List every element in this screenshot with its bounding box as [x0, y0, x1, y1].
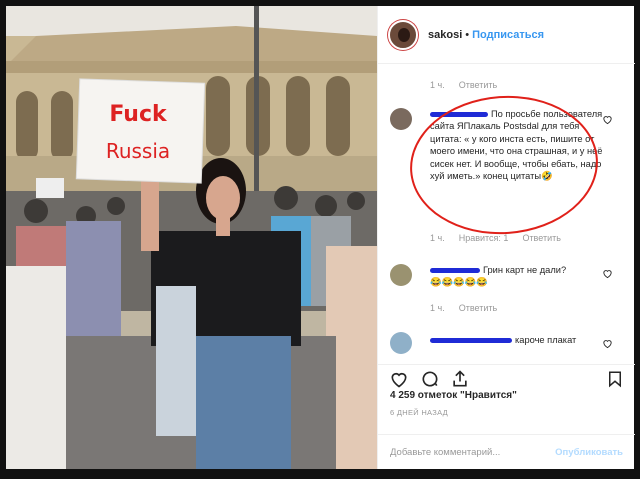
- protest-scene: Fuck Russia: [6, 6, 377, 469]
- comment-input[interactable]: Добавьте комментарий...: [390, 447, 500, 458]
- follow-button[interactable]: Подписаться: [472, 29, 544, 41]
- screenshot-frame: Fuck Russia sakosi • Подписаться 1 ч. От…: [0, 0, 640, 479]
- comment-emoji: 😂😂😂😂😂: [430, 277, 488, 288]
- like-comment-icon[interactable]: [602, 338, 613, 349]
- commenter-avatar[interactable]: [390, 264, 412, 286]
- likes-count[interactable]: 4 259 отметок "Нравится": [390, 390, 517, 401]
- reply-button[interactable]: Ответить: [459, 303, 497, 313]
- post-header: sakosi • Подписаться: [378, 6, 635, 64]
- sign-line-2: Russia: [106, 139, 170, 163]
- add-comment-bar: Добавьте комментарий... Опубликовать: [378, 434, 635, 469]
- commenter-avatar[interactable]: [390, 332, 412, 354]
- comment-item: кароче плакат: [430, 334, 608, 346]
- publish-button[interactable]: Опубликовать: [555, 447, 623, 458]
- comment-meta: 1 ч. Ответить: [430, 80, 497, 90]
- post-time: 6 ДНЕЙ НАЗАД: [390, 408, 449, 417]
- reply-button[interactable]: Ответить: [522, 233, 560, 243]
- comment-meta: 1 ч. Ответить: [430, 303, 497, 313]
- reply-button[interactable]: Ответить: [459, 80, 497, 90]
- comment-meta: 1 ч. Нравится: 1 Ответить: [430, 233, 561, 243]
- comment-icon[interactable]: [420, 369, 440, 389]
- sign-line-1: Fuck: [109, 102, 168, 127]
- like-comment-icon[interactable]: [602, 268, 613, 279]
- comment-time: 1 ч.: [430, 233, 445, 243]
- comment-likes[interactable]: Нравится: 1: [459, 233, 509, 243]
- redacted-username: [430, 268, 480, 274]
- post-side-panel: sakosi • Подписаться 1 ч. Ответить По пр…: [377, 6, 635, 469]
- header-separator: •: [465, 28, 470, 41]
- commenter-avatar[interactable]: [390, 108, 412, 130]
- comment-time: 1 ч.: [430, 80, 445, 90]
- comment-text: Грин карт не дали?: [483, 265, 567, 275]
- comment-text: кароче плакат: [515, 335, 577, 345]
- like-icon[interactable]: [388, 369, 410, 389]
- share-icon[interactable]: [450, 369, 470, 389]
- post-photo[interactable]: Fuck Russia: [6, 6, 377, 469]
- redacted-username: [430, 338, 512, 344]
- save-icon[interactable]: [606, 369, 624, 389]
- like-comment-icon[interactable]: [602, 114, 613, 125]
- author-username[interactable]: sakosi: [428, 29, 462, 41]
- comment-item: Грин карт не дали? 😂😂😂😂😂: [430, 264, 608, 289]
- author-avatar[interactable]: [388, 19, 418, 50]
- comment-time: 1 ч.: [430, 303, 445, 313]
